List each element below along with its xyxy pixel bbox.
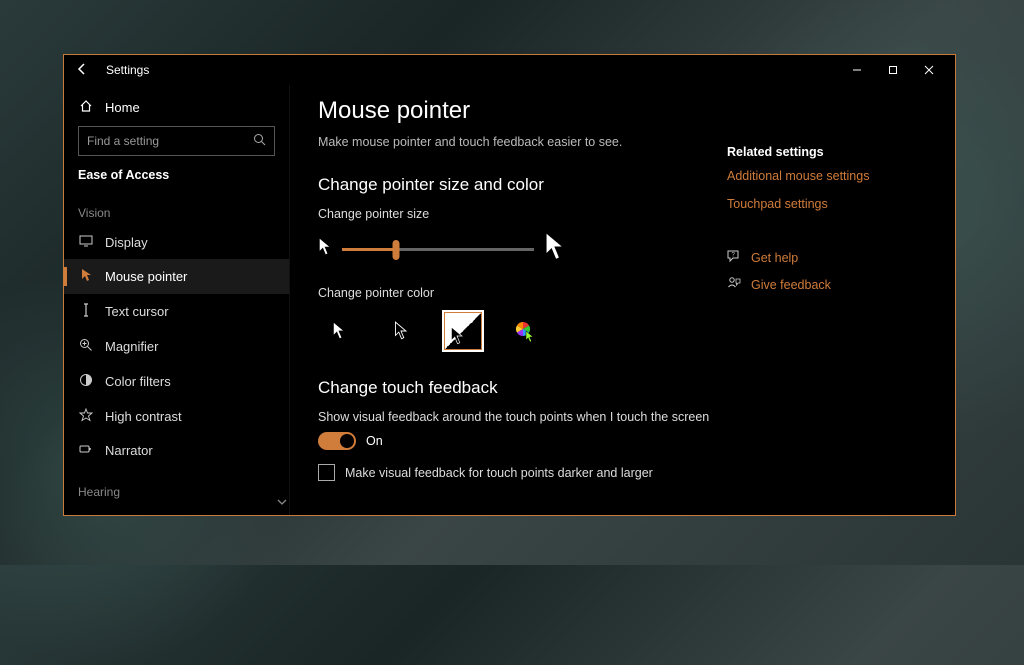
page-description: Make mouse pointer and touch feedback ea… [318, 135, 727, 149]
slider-thumb[interactable] [392, 240, 399, 260]
content: Mouse pointer Make mouse pointer and tou… [290, 85, 955, 515]
toggle-knob [340, 434, 354, 448]
display-icon [78, 235, 93, 250]
pointer-size-slider[interactable] [342, 248, 534, 251]
touch-toggle-row: On [318, 432, 727, 450]
touch-feedback-toggle[interactable] [318, 432, 356, 450]
pointer-color-black[interactable] [380, 310, 422, 352]
darker-larger-checkbox[interactable] [318, 464, 335, 481]
maximize-button[interactable] [875, 56, 911, 84]
window-title: Settings [106, 63, 149, 77]
narrator-icon [78, 443, 93, 458]
help-label: Get help [751, 251, 798, 265]
feedback-icon [727, 276, 741, 293]
sidebar-item-label: Text cursor [105, 304, 169, 319]
pointer-color-inverted[interactable]: ✓ [442, 310, 484, 352]
touch-description: Show visual feedback around the touch po… [318, 410, 727, 424]
get-help-link[interactable]: ? Get help [727, 249, 927, 266]
home-button[interactable]: Home [64, 91, 289, 126]
minimize-button[interactable] [839, 56, 875, 84]
sidebar-item-mouse-pointer[interactable]: Mouse pointer [64, 259, 289, 294]
high-contrast-icon [78, 408, 93, 425]
sidebar-item-label: High contrast [105, 409, 182, 424]
section-touch-title: Change touch feedback [318, 378, 727, 398]
category-label: Ease of Access [64, 168, 289, 188]
sidebar-item-narrator[interactable]: Narrator [64, 434, 289, 467]
feedback-label: Give feedback [751, 278, 831, 292]
give-feedback-link[interactable]: Give feedback [727, 276, 927, 293]
help-icon: ? [727, 249, 741, 266]
check-icon: ✓ [469, 314, 478, 327]
magnifier-icon [78, 338, 93, 355]
sidebar-item-label: Mouse pointer [105, 269, 187, 284]
toggle-state-label: On [366, 434, 383, 448]
related-settings-title: Related settings [727, 145, 927, 159]
cursor-small-icon [318, 237, 332, 262]
mouse-pointer-icon [78, 268, 93, 285]
back-button[interactable] [72, 62, 92, 79]
page-title: Mouse pointer [318, 97, 727, 125]
sidebar-item-label: Narrator [105, 443, 153, 458]
chevron-down-icon[interactable] [277, 497, 287, 509]
sidebar: Home Find a setting Ease of Access Visio… [64, 85, 290, 515]
section-size-color-title: Change pointer size and color [318, 175, 727, 195]
pointer-size-row [318, 231, 727, 268]
group-hearing-label: Hearing [64, 467, 289, 505]
home-label: Home [105, 100, 140, 115]
checkbox-label: Make visual feedback for touch points da… [345, 466, 653, 480]
main-panel: Mouse pointer Make mouse pointer and tou… [318, 97, 727, 515]
sidebar-item-display[interactable]: Display [64, 226, 289, 259]
darker-larger-checkbox-row[interactable]: Make visual feedback for touch points da… [318, 464, 727, 481]
touchpad-settings-link[interactable]: Touchpad settings [727, 197, 927, 211]
pointer-color-white[interactable] [318, 310, 360, 352]
titlebar: Settings [64, 55, 955, 85]
pointer-color-custom[interactable] [504, 310, 546, 352]
text-cursor-icon [78, 303, 93, 320]
sidebar-item-high-contrast[interactable]: High contrast [64, 399, 289, 434]
search-icon [253, 133, 266, 149]
sidebar-item-color-filters[interactable]: Color filters [64, 364, 289, 399]
home-icon [78, 99, 93, 116]
pointer-size-label: Change pointer size [318, 207, 727, 221]
search-input[interactable]: Find a setting [78, 126, 275, 156]
cursor-large-icon [544, 231, 566, 268]
sidebar-item-label: Display [105, 235, 148, 250]
aside-panel: Related settings Additional mouse settin… [727, 97, 927, 515]
close-button[interactable] [911, 56, 947, 84]
additional-mouse-settings-link[interactable]: Additional mouse settings [727, 169, 927, 183]
sidebar-item-label: Magnifier [105, 339, 158, 354]
settings-window: Settings Home Find a setting [63, 54, 956, 516]
sidebar-item-text-cursor[interactable]: Text cursor [64, 294, 289, 329]
group-vision-label: Vision [64, 188, 289, 226]
pointer-color-label: Change pointer color [318, 286, 727, 300]
color-filters-icon [78, 373, 93, 390]
search-placeholder: Find a setting [87, 134, 159, 148]
pointer-color-row: ✓ [318, 310, 727, 352]
sidebar-item-label: Color filters [105, 374, 171, 389]
sidebar-item-magnifier[interactable]: Magnifier [64, 329, 289, 364]
